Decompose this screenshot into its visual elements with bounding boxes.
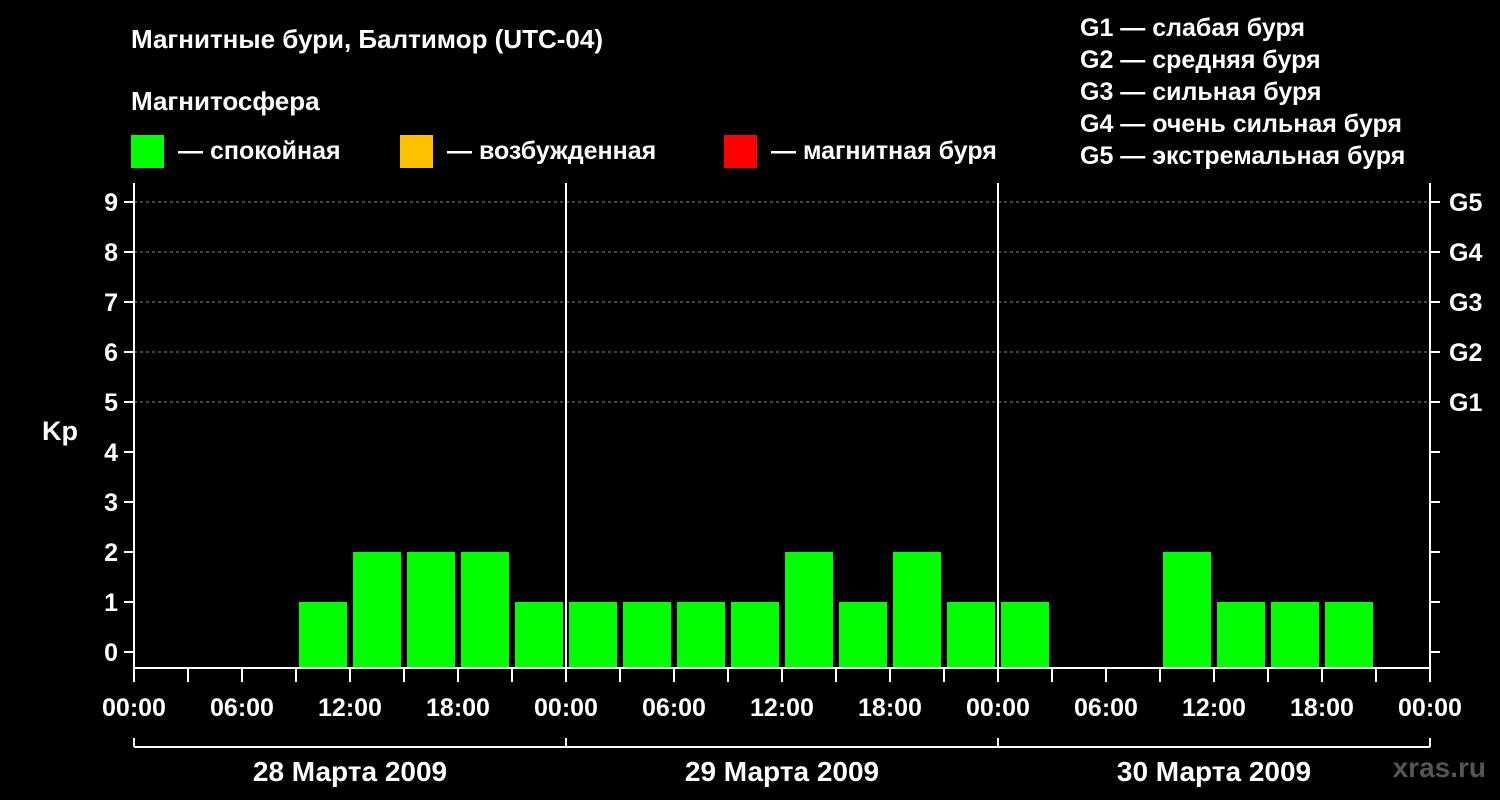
x-tick-label: 12:00 — [750, 694, 814, 722]
kp-bar — [623, 602, 671, 668]
y-tick-label: 7 — [104, 289, 118, 317]
y-tick-label: 6 — [104, 339, 118, 367]
day-label: 28 Марта 2009 — [253, 756, 447, 787]
y-tick-label: 0 — [104, 639, 118, 667]
kp-bar — [569, 602, 617, 668]
y-tick-label: 1 — [104, 589, 118, 617]
y-tick-label: 9 — [104, 189, 118, 217]
kp-bar — [353, 552, 401, 668]
x-tick-label: 00:00 — [966, 694, 1030, 722]
kp-bar — [407, 552, 455, 668]
kp-bar — [461, 552, 509, 668]
kp-bar — [893, 552, 941, 668]
x-tick-label: 18:00 — [426, 694, 490, 722]
kp-bar — [839, 602, 887, 668]
kp-bar — [1271, 602, 1319, 668]
x-tick-label: 18:00 — [858, 694, 922, 722]
y-axis-label: Kp — [42, 416, 78, 446]
day-label: 29 Марта 2009 — [685, 756, 879, 787]
x-tick-label: 06:00 — [1074, 694, 1138, 722]
kp-bar — [785, 552, 833, 668]
kp-bar — [677, 602, 725, 668]
storm-level-label: G5 — [1449, 189, 1482, 217]
storm-level-label: G4 — [1449, 239, 1482, 267]
kp-bar — [1217, 602, 1265, 668]
x-tick-label: 12:00 — [318, 694, 382, 722]
x-tick-label: 06:00 — [210, 694, 274, 722]
kp-bar — [299, 602, 347, 668]
storm-level-label: G3 — [1449, 289, 1482, 317]
x-tick-label: 00:00 — [534, 694, 598, 722]
day-label: 30 Марта 2009 — [1117, 756, 1311, 787]
y-tick-label: 4 — [104, 439, 118, 467]
kp-bar — [515, 602, 563, 668]
x-tick-label: 12:00 — [1182, 694, 1246, 722]
y-tick-label: 2 — [104, 539, 118, 567]
kp-bar — [1325, 602, 1373, 668]
kp-bar — [731, 602, 779, 668]
x-tick-label: 00:00 — [102, 694, 166, 722]
y-tick-label: 3 — [104, 489, 118, 517]
kp-bar — [1001, 602, 1049, 668]
x-tick-label: 18:00 — [1290, 694, 1354, 722]
kp-bar — [947, 602, 995, 668]
y-tick-label: 5 — [104, 389, 118, 417]
storm-level-label: G2 — [1449, 339, 1482, 367]
y-tick-label: 8 — [104, 239, 118, 267]
storm-level-label: G1 — [1449, 389, 1482, 417]
kp-bar-chart: 0 1 2 3 4 5 6 7 8 9 G1 G2 G3 G4 G5 Kp 00:00 06:00 12:00 18:… — [42, 183, 1482, 787]
x-tick-label: 06:00 — [642, 694, 706, 722]
watermark: xras.ru — [1392, 752, 1486, 783]
kp-bar — [1163, 552, 1211, 668]
x-tick-label: 00:00 — [1398, 694, 1462, 722]
